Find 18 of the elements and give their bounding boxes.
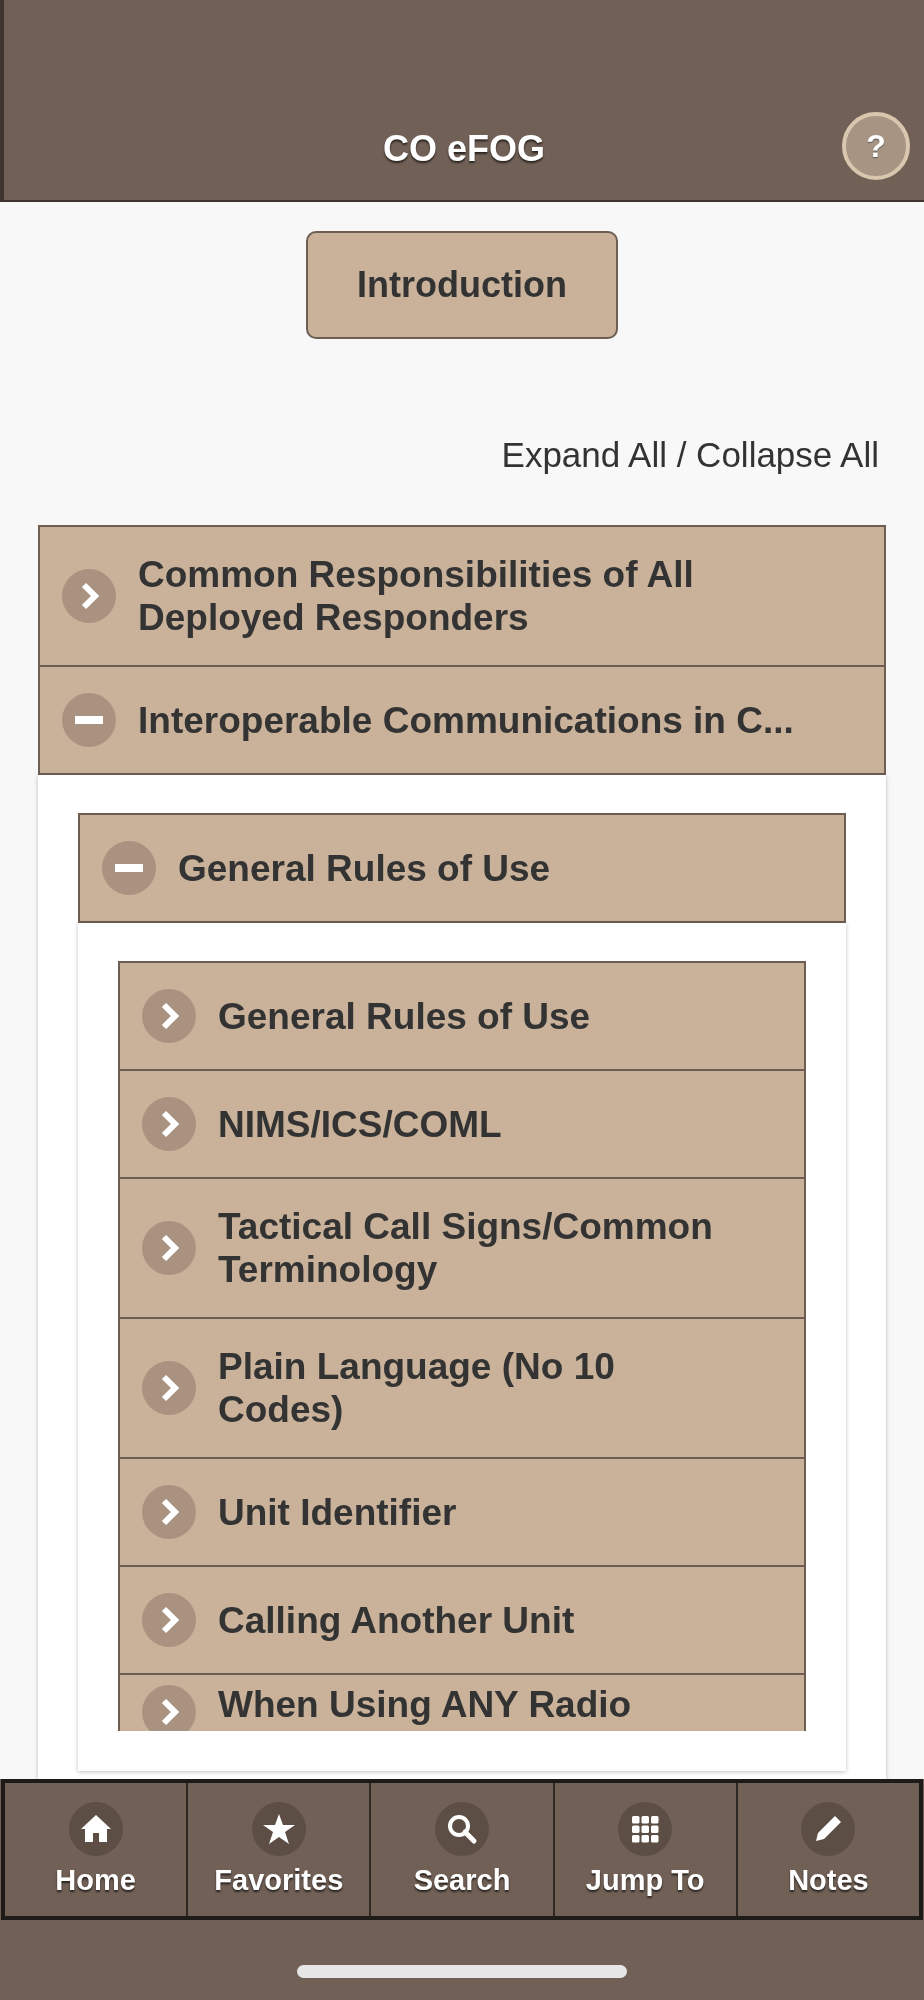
nav-tab[interactable]: Favorites [186,1783,370,1916]
accordion-row[interactable]: Calling Another Unit [118,1567,806,1675]
app-title: CO eFOG [382,128,546,170]
nav-tab[interactable]: Search [369,1783,553,1916]
accordion-row[interactable]: NIMS/ICS/COML [118,1071,806,1179]
accordion-row[interactable]: Common Responsibilities of All Deployed Responders [38,525,886,667]
accordion-row[interactable]: When Using ANY Radio [118,1675,806,1731]
accordion-row[interactable]: General Rules of Use [118,961,806,1071]
nav-tab[interactable]: Home [5,1783,187,1916]
accordion-row[interactable]: Tactical Call Signs/Common Terminology [118,1179,806,1319]
accordion-row[interactable]: Interoperable Communications in C... [38,667,886,775]
nav-tab[interactable]: Jump To [552,1783,736,1916]
accordion-row[interactable]: General Rules of Use [78,813,846,923]
introduction-button[interactable]: Introduction [306,231,618,339]
expand-collapse-link[interactable]: Expand All / Collapse All [501,435,879,475]
accordion-row[interactable]: Unit Identifier [118,1459,806,1567]
nav-tab[interactable]: Notes [735,1783,919,1916]
accordion-row[interactable]: Plain Language (No 10 Codes) [118,1319,806,1459]
